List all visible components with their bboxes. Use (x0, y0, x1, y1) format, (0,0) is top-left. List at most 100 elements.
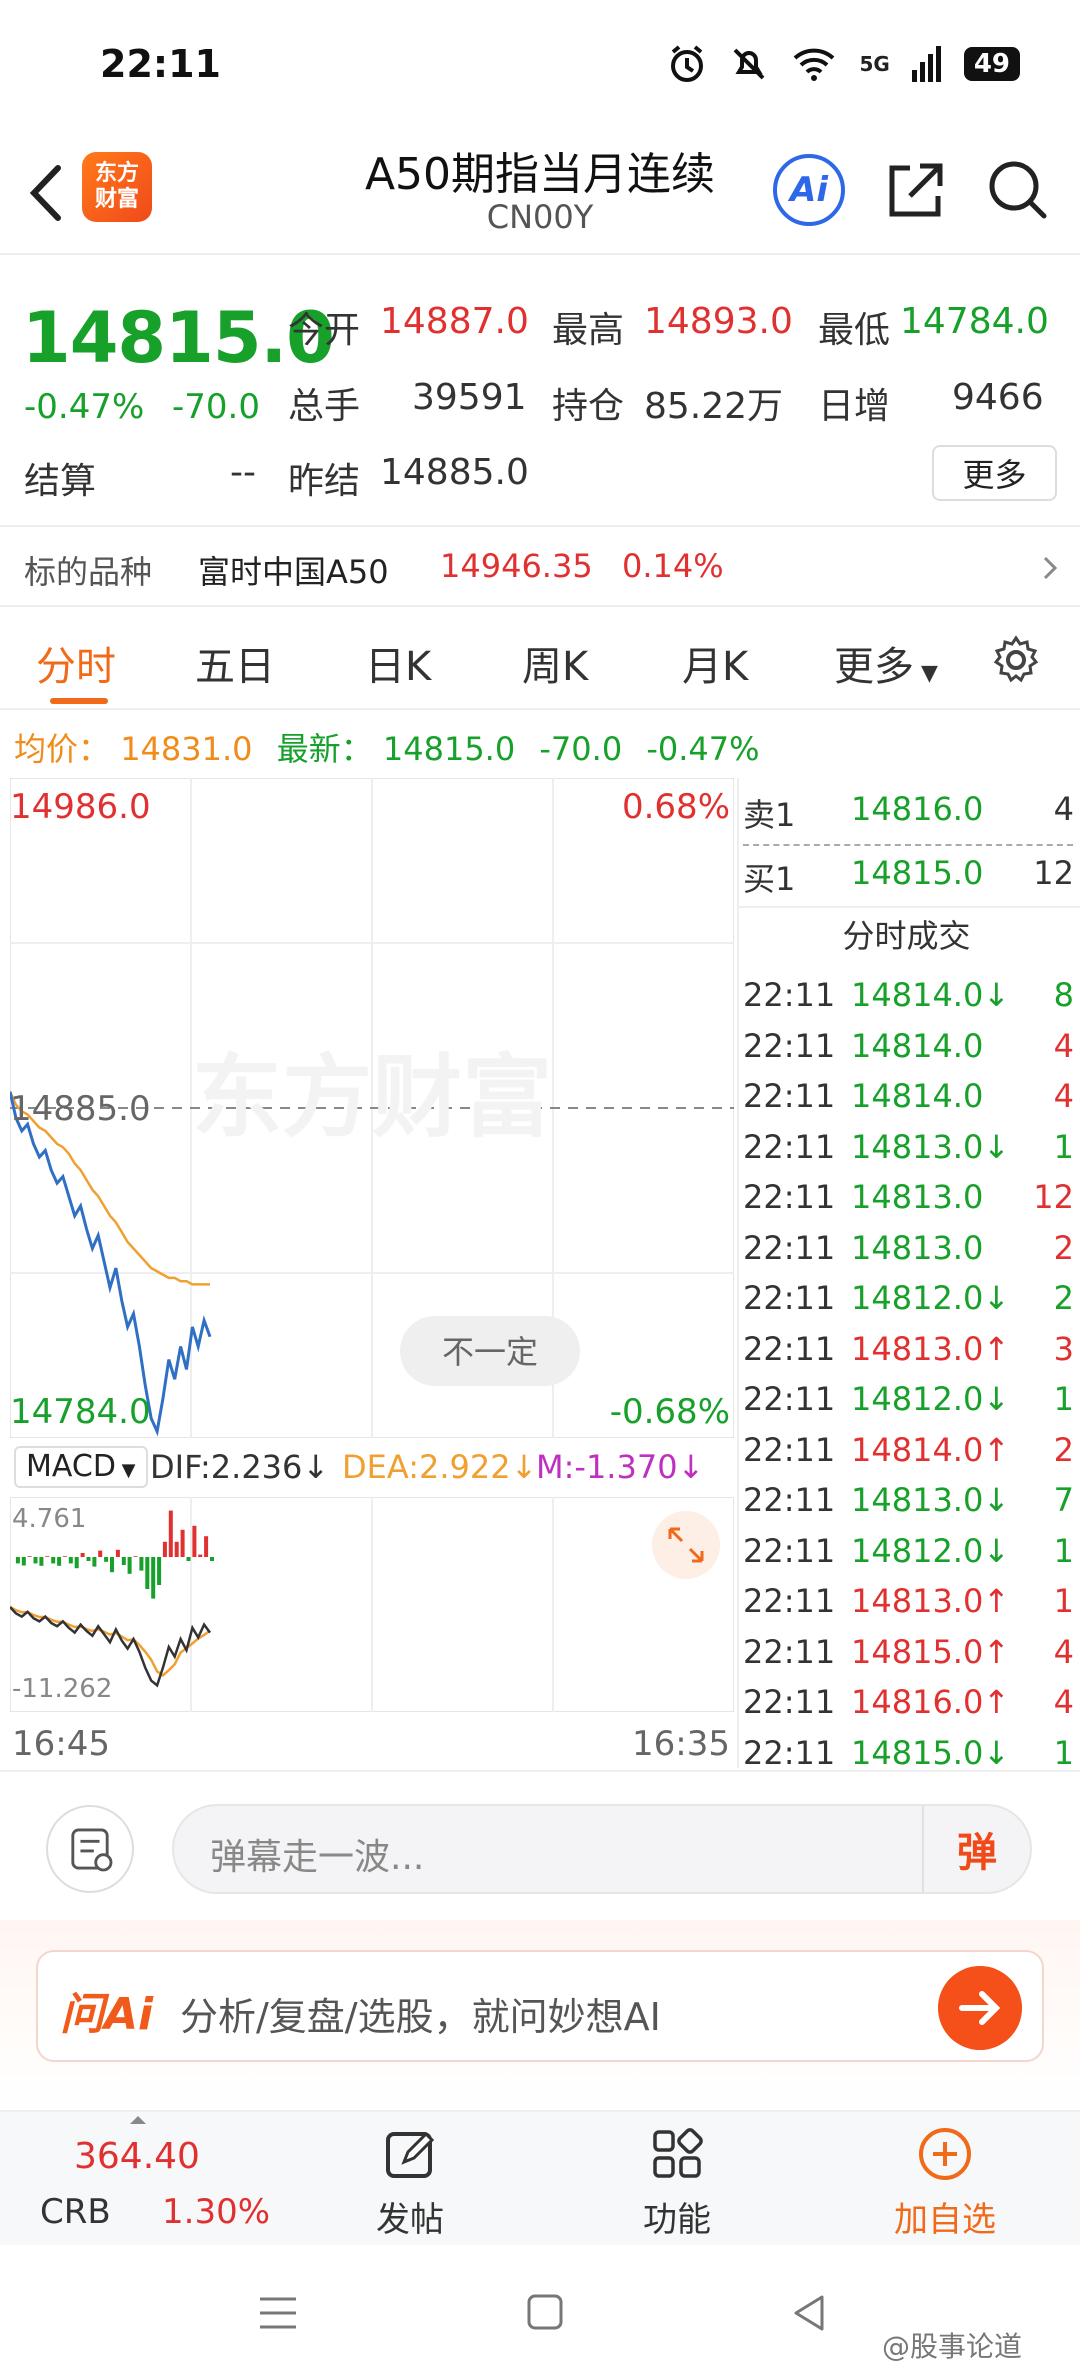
macd-bar (133, 1556, 138, 1557)
tab-five-day[interactable]: 五日 (195, 634, 275, 692)
trade-row: 22:11 14814.0 ↑ 2 (739, 1431, 1074, 1481)
caret-down-icon: ▼ (115, 1460, 136, 1481)
underlying-row[interactable]: 标的品种 富时中国A50 14946.35 0.14% (0, 525, 1080, 607)
ask-ai-input[interactable]: 问Ai 分析/复盘/选股，就问妙想AI (36, 1950, 1044, 2062)
back-triangle-icon[interactable] (790, 2293, 826, 2333)
share-icon[interactable] (880, 154, 952, 226)
chart-top-pct: 0.68% (622, 787, 730, 827)
trade-time: 22:11 (743, 1279, 836, 1317)
danmu-input[interactable]: 弹幕走一波... 弹 (172, 1804, 1032, 1894)
search-icon[interactable] (982, 154, 1054, 226)
prev-settle-value: 14885.0 (380, 452, 529, 493)
open-label: 今开 (288, 310, 361, 351)
trade-row: 22:11 14815.0 ↑ 4 (739, 1633, 1074, 1683)
trade-vol: 3 (1053, 1329, 1074, 1368)
mute-bell-icon (734, 48, 765, 80)
intraday-chart[interactable]: 东方财富 14986.0 0.68% 14885.0 14784.0 -0.68… (10, 778, 734, 1438)
trade-arrow: ↑ (983, 1683, 1010, 1721)
trade-price: 14812.0 (851, 1531, 984, 1570)
logo-line2: 财富 (94, 187, 139, 212)
chart-time-axis: 16:45 16:35 (10, 1718, 734, 1768)
trade-arrow: ↓ (983, 1531, 1010, 1570)
menu-icon[interactable] (258, 2295, 298, 2331)
alarm-icon (671, 45, 704, 82)
gear-icon[interactable] (990, 634, 1042, 686)
crb-ticker[interactable]: 364.40 CRB 1.30% (0, 2112, 270, 2247)
back-arrow-icon[interactable] (22, 158, 72, 228)
app-logo: 东方 财富 (82, 152, 152, 222)
macd-dea-value: DEA:2.922 (342, 1448, 511, 1486)
latest-value: 14815.0 (382, 730, 516, 768)
macd-selector[interactable]: MACD ▼ (14, 1446, 148, 1488)
trade-row: 22:11 14813.0 2 (739, 1229, 1074, 1279)
macd-m: M:-1.370↓ (536, 1448, 705, 1486)
home-icon[interactable] (526, 2293, 564, 2331)
time-end: 16:35 (632, 1724, 730, 1764)
danmu-settings-icon[interactable] (46, 1805, 134, 1893)
trade-time: 22:11 (743, 1228, 836, 1267)
ai-button[interactable]: Ai (773, 154, 845, 226)
sell1-price: 14816.0 (851, 790, 984, 828)
trade-price: 14814.0 (851, 1077, 984, 1115)
trade-price: 14813.0 (851, 1228, 984, 1267)
bottom-toolbar: 364.40 CRB 1.30% 发帖 功能 加自选 (0, 2110, 1080, 2245)
macd-legend: MACD ▼ DIF:2.236↓ DEA:2.922↓ M:-1.370↓ (10, 1442, 734, 1494)
crb-label: CRB (40, 2192, 111, 2232)
header: 东方 财富 A50期指当月连续 CN00Y Ai (0, 130, 1080, 255)
tab-more-label: 更多 (834, 644, 914, 690)
macd-bar (86, 1557, 91, 1561)
danmu-send-button[interactable]: 弹 (922, 1806, 1030, 1892)
status-time: 22:11 (100, 42, 221, 86)
latest-pct: -0.47% (646, 730, 760, 768)
functions-button[interactable]: 功能 (542, 2112, 812, 2247)
tab-weekly-k[interactable]: 周K (522, 634, 588, 692)
latest-label: 最新： (276, 730, 373, 768)
tab-intraday[interactable]: 分时 (36, 634, 116, 692)
trade-row: 22:11 14813.0 12 (739, 1178, 1074, 1228)
post-button[interactable]: 发帖 (275, 2112, 545, 2247)
trade-time: 22:11 (743, 1531, 836, 1570)
trade-row: 22:11 14814.0 4 (739, 1027, 1074, 1077)
macd-min: -11.262 (12, 1674, 112, 1704)
tab-more[interactable]: 更多 ▼ (834, 634, 938, 692)
open-interest-label: 持仓 (552, 386, 625, 427)
more-button[interactable]: 更多 (932, 445, 1057, 501)
trade-vol: 4 (1053, 1026, 1074, 1065)
trade-price: 14815.0 (851, 1632, 984, 1671)
trade-row: 22:11 14812.0 ↓ 1 (739, 1532, 1074, 1582)
functions-label: 功能 (643, 2200, 711, 2240)
macd-bar (39, 1557, 44, 1566)
grid-apps-icon (653, 2128, 703, 2178)
trade-row: 22:11 14814.0 ↓ 8 (739, 976, 1074, 1026)
trade-price: 14813.0 (851, 1178, 984, 1216)
caret-up-icon (130, 2116, 146, 2124)
trade-price: 14814.0 (851, 976, 984, 1014)
signal-icon (911, 46, 941, 82)
arrow-right-icon[interactable] (938, 1966, 1022, 2050)
add-watchlist-button[interactable]: 加自选 (810, 2112, 1080, 2247)
latest-change: -70.0 (539, 730, 623, 768)
expand-button[interactable] (652, 1511, 720, 1579)
macd-bar (204, 1536, 209, 1557)
macd-m-value: M:-1.370 (536, 1448, 678, 1486)
macd-bar (27, 1556, 32, 1557)
trade-row: 22:11 14813.0 ↑ 1 (739, 1582, 1074, 1632)
chart-tabs: 分时 五日 日K 周K 月K 更多 ▼ (0, 610, 1080, 710)
trade-row: 22:11 14813.0 ↓ 1 (739, 1128, 1074, 1178)
page-title: A50期指当月连续 (364, 149, 716, 200)
trade-time: 22:11 (743, 1329, 836, 1368)
crb-price: 364.40 (74, 2136, 200, 2177)
trade-arrow: ↓ (983, 1279, 1010, 1317)
chart-bottom-pct: -0.68% (610, 1392, 730, 1432)
tooltip-text: 不一定 (442, 1333, 538, 1371)
trade-price: 14813.0 (851, 1329, 984, 1368)
trade-time: 22:11 (743, 1127, 836, 1166)
plus-circle-icon (919, 2128, 971, 2180)
trade-row: 22:11 14816.0 ↑ 4 (739, 1683, 1074, 1733)
trade-price: 14813.0 (851, 1127, 984, 1166)
tab-monthly-k[interactable]: 月K (682, 634, 748, 692)
sell1-row: 卖1 14816.0 4 (739, 790, 1074, 840)
tab-daily-k[interactable]: 日K (365, 634, 431, 692)
macd-bar (74, 1557, 79, 1569)
underlying-name: 富时中国A50 (198, 553, 389, 591)
